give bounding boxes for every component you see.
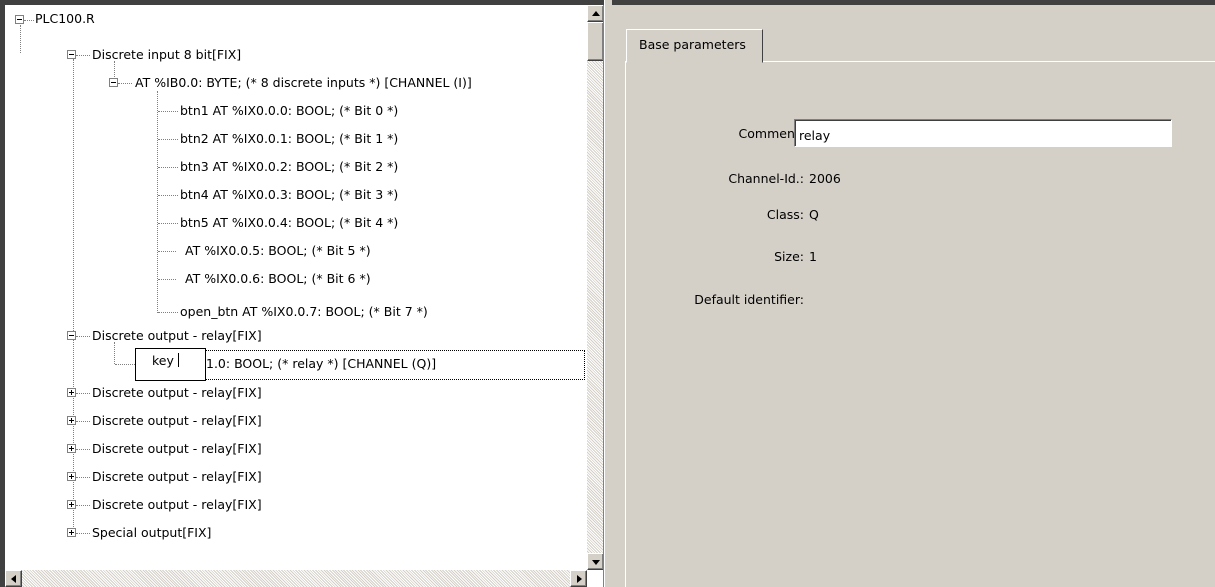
tree-item-discrete-output[interactable]: Discrete output - relay[FIX]: [92, 413, 262, 429]
vertical-scrollbar[interactable]: [587, 5, 604, 570]
selected-tree-row[interactable]: 1.0: BOOL; (* relay *) [CHANNEL (Q)]: [205, 350, 585, 380]
class-label: Class:: [766, 207, 804, 222]
tree-item-bit[interactable]: AT %IX0.0.5: BOOL; (* Bit 5 *): [185, 243, 371, 259]
tab-page: Comment: Channel-Id.: 2006 Class: Q Size…: [625, 61, 1215, 587]
scroll-down-button[interactable]: [587, 553, 604, 570]
tree-item-relay-channel: 1.0: BOOL; (* relay *) [CHANNEL (Q)]: [206, 356, 437, 371]
arrow-up-icon: [592, 11, 600, 16]
tree-item-discrete-output[interactable]: Discrete output - relay[FIX]: [92, 328, 262, 344]
default-identifier-label: Default identifier:: [694, 292, 804, 307]
expand-icon[interactable]: [67, 416, 76, 425]
rename-input-value: key: [152, 353, 174, 368]
tree-item-special-output[interactable]: Special output[FIX]: [92, 525, 211, 541]
expand-icon[interactable]: [67, 444, 76, 453]
channel-id-label: Channel-Id.:: [728, 171, 804, 186]
tree-item-discrete-output[interactable]: Discrete output - relay[FIX]: [92, 385, 262, 401]
rename-input[interactable]: key: [135, 348, 206, 381]
comment-label: Comment:: [738, 126, 804, 141]
class-value: Q: [809, 207, 819, 222]
arrow-down-icon: [592, 560, 600, 565]
horizontal-scrollbar[interactable]: [5, 570, 587, 587]
tree-item-byte-channel[interactable]: AT %IB0.0: BYTE; (* 8 discrete inputs *)…: [135, 75, 472, 91]
scroll-thumb[interactable]: [587, 22, 604, 61]
scroll-right-button[interactable]: [570, 570, 587, 587]
tree-panel[interactable]: PLC100.R Discrete input 8 bit[FIX] AT %I…: [0, 0, 604, 587]
tree-item-bit[interactable]: btn5 AT %IX0.0.4: BOOL; (* Bit 4 *): [180, 215, 398, 231]
channel-id-value: 2006: [809, 171, 841, 186]
splitter[interactable]: [604, 0, 612, 587]
tree-item-bit[interactable]: btn3 AT %IX0.0.2: BOOL; (* Bit 2 *): [180, 159, 398, 175]
expand-icon[interactable]: [67, 528, 76, 537]
size-label: Size:: [774, 249, 804, 264]
tree-item-bit[interactable]: btn2 AT %IX0.0.1: BOOL; (* Bit 1 *): [180, 131, 398, 147]
collapse-icon[interactable]: [67, 331, 76, 340]
collapse-icon[interactable]: [15, 15, 24, 24]
expand-icon[interactable]: [67, 500, 76, 509]
tree-root[interactable]: PLC100.R: [35, 11, 95, 27]
text-caret: [177, 353, 179, 367]
collapse-icon[interactable]: [109, 78, 118, 87]
tree-item-bit[interactable]: open_btn AT %IX0.0.7: BOOL; (* Bit 7 *): [180, 304, 428, 320]
size-value: 1: [809, 249, 817, 264]
arrow-left-icon: [11, 575, 16, 583]
tab-base-parameters[interactable]: Base parameters: [626, 29, 763, 63]
collapse-icon[interactable]: [67, 50, 76, 59]
tree-item-discrete-output[interactable]: Discrete output - relay[FIX]: [92, 497, 262, 513]
tree-item-bit[interactable]: btn1 AT %IX0.0.0: BOOL; (* Bit 0 *): [180, 103, 398, 119]
tree-item-discrete-output[interactable]: Discrete output - relay[FIX]: [92, 441, 262, 457]
properties-panel: Base parameters Comment: Channel-Id.: 20…: [612, 0, 1215, 587]
tree-item-discrete-output[interactable]: Discrete output - relay[FIX]: [92, 469, 262, 485]
arrow-right-icon: [577, 575, 582, 583]
scroll-left-button[interactable]: [5, 570, 22, 587]
expand-icon[interactable]: [67, 472, 76, 481]
tree-item-bit[interactable]: AT %IX0.0.6: BOOL; (* Bit 6 *): [185, 271, 371, 287]
comment-input[interactable]: [794, 119, 1172, 147]
tree-item-bit[interactable]: btn4 AT %IX0.0.3: BOOL; (* Bit 3 *): [180, 187, 398, 203]
scroll-up-button[interactable]: [587, 5, 604, 22]
expand-icon[interactable]: [67, 388, 76, 397]
